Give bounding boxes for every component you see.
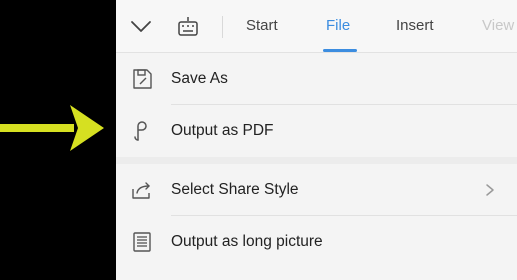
chevron-right-icon bbox=[485, 183, 495, 197]
tab-insert[interactable]: Insert bbox=[396, 17, 434, 34]
menu-item-label: Output as long picture bbox=[171, 233, 323, 250]
annotation-arrow-icon bbox=[0, 105, 104, 151]
toolbar: Start File Insert View bbox=[116, 0, 517, 53]
group-separator bbox=[116, 157, 517, 164]
active-tab-indicator bbox=[323, 49, 357, 52]
tab-view[interactable]: View bbox=[482, 17, 514, 34]
long-picture-icon bbox=[131, 231, 153, 253]
pdf-icon bbox=[131, 120, 153, 142]
menu-item-label: Select Share Style bbox=[171, 181, 299, 198]
menu-item-save-as[interactable]: Save As bbox=[116, 53, 517, 105]
share-icon bbox=[131, 179, 153, 201]
tab-start[interactable]: Start bbox=[246, 17, 278, 34]
menu-item-label: Save As bbox=[171, 70, 228, 87]
chevron-down-icon[interactable] bbox=[128, 14, 154, 40]
toolbar-divider bbox=[222, 16, 223, 38]
tab-file[interactable]: File bbox=[326, 17, 350, 34]
keyboard-icon[interactable] bbox=[176, 15, 200, 39]
menu-item-long-picture[interactable]: Output as long picture bbox=[116, 216, 517, 268]
save-as-icon bbox=[131, 68, 153, 90]
menu-item-output-pdf[interactable]: Output as PDF bbox=[116, 105, 517, 157]
menu-item-label: Output as PDF bbox=[171, 122, 274, 139]
file-menu-panel: Start File Insert View Save As Output as… bbox=[116, 0, 517, 280]
menu-item-share-style[interactable]: Select Share Style bbox=[116, 164, 517, 216]
